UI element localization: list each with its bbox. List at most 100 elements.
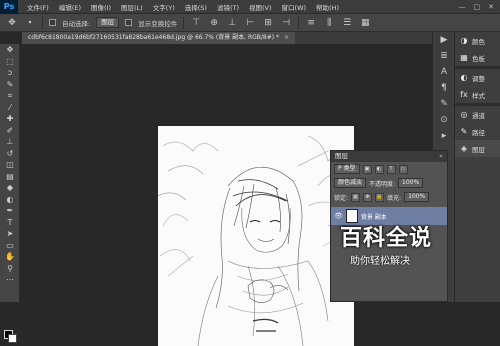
watermark-title: 百科全说 [340,226,460,252]
menu-filter[interactable]: 滤镜(T) [212,2,244,12]
eraser-tool-icon[interactable]: ◫ [0,159,20,171]
layer-row-selected[interactable]: 👁 背景 副本 [331,207,447,225]
blend-mode-dropdown[interactable]: 颜色减淡 [334,178,366,188]
tab-close-icon[interactable]: × [284,34,289,41]
dodge-tool-icon[interactable]: ◐ [0,194,20,206]
filter-shape-icon[interactable]: ▭ [399,165,408,174]
sketch-image[interactable] [158,126,354,346]
clone-stamp-icon[interactable]: ⊥ [0,136,20,148]
menu-image[interactable]: 图像(I) [86,2,116,12]
panel-styles[interactable]: fx 样式 [455,86,500,103]
auto-select-dropdown[interactable]: 图层 [96,17,119,28]
pen-tool-icon[interactable]: ✒ [0,205,20,217]
watermark-subtitle: 助你轻松解决 [340,252,460,267]
quick-select-tool-icon[interactable]: ✎ [0,79,20,91]
layers-panel-header[interactable]: 图层 « [331,151,447,162]
background-color-swatch[interactable] [8,334,17,343]
path-select-icon[interactable]: ➤ [0,228,20,240]
menu-type[interactable]: 文字(Y) [148,2,180,12]
panel-layers[interactable]: ◈ 图层 [455,140,500,157]
menu-help[interactable]: 帮助(H) [311,2,344,12]
panel-styles-label: 样式 [472,90,485,100]
minimize-icon[interactable]: — [459,3,466,11]
lock-all-icon[interactable]: 🔒 [375,193,384,202]
align-center-icon[interactable]: ⊞ [262,17,274,29]
character-icon[interactable]: A [433,64,455,80]
panel-paths[interactable]: ✎ 路径 [455,123,500,140]
menu-layer[interactable]: 图层(L) [116,2,148,12]
filter-adjust-icon[interactable]: ◐ [375,165,384,174]
gradient-tool-icon[interactable]: ▤ [0,171,20,183]
brush-tool-icon[interactable]: ✐ [0,125,20,137]
move-tool-icon[interactable]: ✥ [0,44,20,56]
menu-window[interactable]: 窗口(W) [277,2,312,12]
fill-label: 填充: [387,193,401,202]
zoom-tool-icon[interactable]: ⚲ [0,263,20,275]
align-top-icon[interactable]: ⊤ [190,17,202,29]
layers-panel-title: 图层 [335,151,348,162]
distribute-horizontal-icon[interactable]: ⫼ [323,17,335,29]
distribute-vertical-icon[interactable]: ☰ [341,17,353,29]
distribute-icon[interactable]: ≡ [305,17,317,29]
hand-tool-icon[interactable]: ✋ [0,251,20,263]
lock-position-icon[interactable]: ✥ [363,193,372,202]
lock-row: 锁定: ▦ ✥ 🔒 填充: 100% [331,190,447,204]
more-tools-icon[interactable]: ⋯ [0,274,20,286]
adjust-icon: ◐ [459,73,469,82]
brush-preset-icon[interactable]: ✎ [433,96,455,112]
history-icon[interactable]: ▶ [433,32,455,48]
shape-tool-icon[interactable]: ▭ [0,240,20,252]
align-right-icon[interactable]: ⊣ [280,17,292,29]
layer-filter-dropdown[interactable]: P 类型 [334,164,360,174]
document-tab[interactable]: cdbf6c81800a19d6bf27160531fa828ba61e468d… [22,32,295,44]
window-controls: — □ ✕ [459,3,500,11]
pencil-sketch-portrait [158,126,354,346]
panel-adjust-label: 调整 [472,73,485,83]
panel-swatches[interactable]: ▦ 色板 [455,49,500,66]
menu-select[interactable]: 选择(S) [180,2,212,12]
type-tool-icon[interactable]: T [0,217,20,229]
show-transform-checkbox[interactable] [125,19,132,26]
options-bar: ✥ ▾ 自动选择: 图层 显示变换控件 ⊤ ⊕ ⊥ ⊢ ⊞ ⊣ ≡ ⫼ ☰ ▦ [0,14,500,32]
properties-icon[interactable]: ≣ [433,48,455,64]
menu-view[interactable]: 视图(V) [244,2,277,12]
watermark: 百科全说 助你轻松解决 [340,226,460,274]
filter-pixel-icon[interactable]: ▣ [363,165,372,174]
healing-brush-icon[interactable]: ✚ [0,113,20,125]
panel-color[interactable]: ◑ 颜色 [455,32,500,49]
channels-icon: ◎ [459,110,469,119]
lasso-tool-icon[interactable]: ↄ [0,67,20,79]
fill-input[interactable]: 100% [404,192,429,202]
panel-adjustments[interactable]: ◐ 调整 [455,69,500,86]
layer-thumbnail [346,209,358,223]
chevron-down-icon[interactable]: ▾ [24,17,36,29]
panel-channels[interactable]: ◎ 通道 [455,106,500,123]
layers-icon: ◈ [459,144,469,153]
color-icon: ◑ [459,36,469,45]
menu-edit[interactable]: 编辑(E) [54,2,86,12]
clone-source-icon[interactable]: ⊙ [433,112,455,128]
lock-pixels-icon[interactable]: ▦ [351,193,360,202]
document-tab-bar: cdbf6c81800a19d6bf27160531fa828ba61e468d… [22,32,432,44]
auto-select-checkbox[interactable] [49,19,56,26]
lock-label: 锁定: [334,193,348,202]
move-tool-icon[interactable]: ✥ [6,17,18,29]
eyedropper-tool-icon[interactable]: ⁄ [0,102,20,114]
align-bottom-icon[interactable]: ⊥ [226,17,238,29]
marquee-tool-icon[interactable]: ⬚ [0,56,20,68]
paragraph-icon[interactable]: ¶ [433,80,455,96]
eye-icon[interactable]: 👁 [334,212,343,220]
blur-tool-icon[interactable]: ◆ [0,182,20,194]
crop-tool-icon[interactable]: ⌗ [0,90,20,102]
maximize-icon[interactable]: □ [474,3,481,11]
menu-file[interactable]: 文件(F) [22,2,54,12]
filter-type-icon[interactable]: T [387,165,396,174]
actions-icon[interactable]: ▸ [433,128,455,144]
auto-align-icon[interactable]: ▦ [359,17,371,29]
close-icon[interactable]: ✕ [488,3,494,11]
align-middle-icon[interactable]: ⊕ [208,17,220,29]
align-left-icon[interactable]: ⊢ [244,17,256,29]
history-brush-icon[interactable]: ↺ [0,148,20,160]
opacity-input[interactable]: 100% [398,178,423,188]
collapse-icon[interactable]: « [439,151,447,162]
